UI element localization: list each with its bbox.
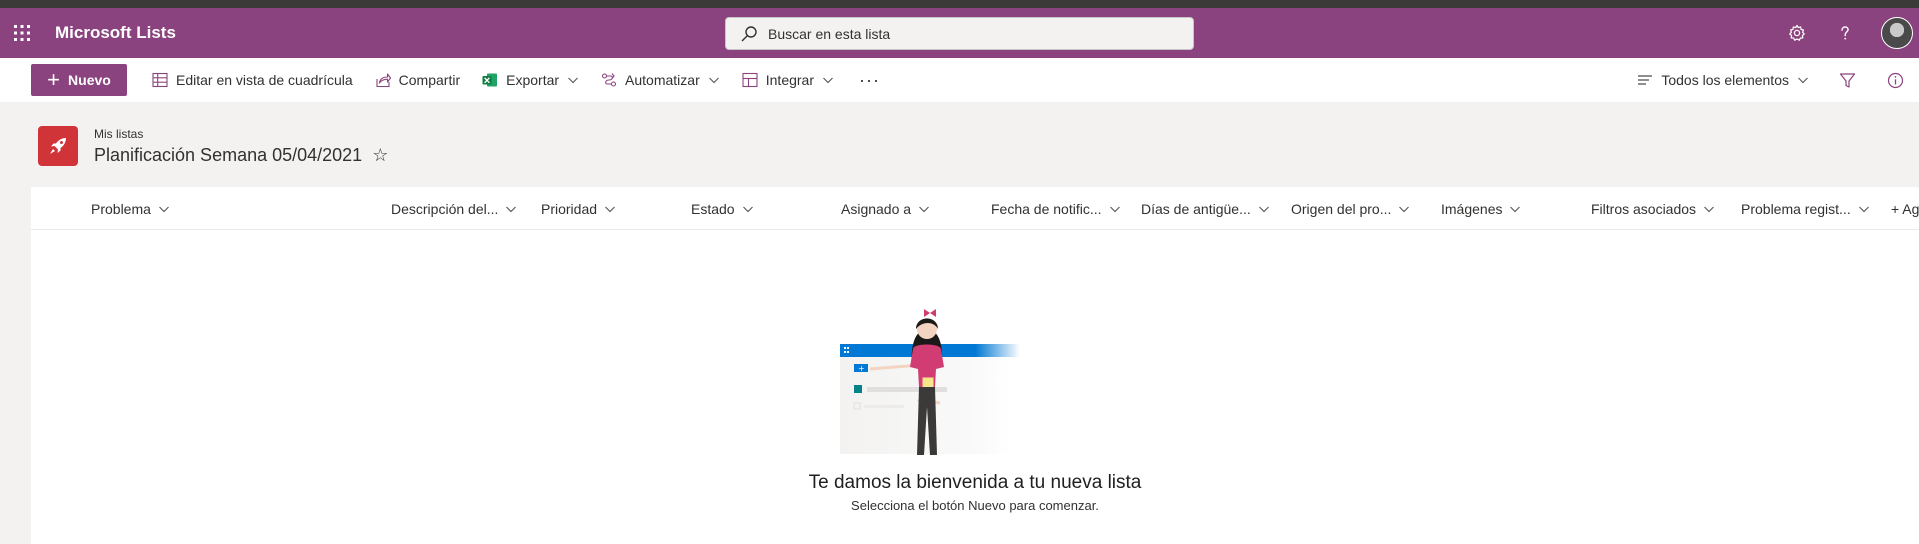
column-header-label: Días de antigüe... bbox=[1141, 200, 1251, 217]
search-input[interactable] bbox=[768, 25, 1148, 42]
column-header-label: Estado bbox=[691, 200, 735, 217]
column-header[interactable]: Prioridad bbox=[541, 187, 616, 230]
chevron-down-icon bbox=[1109, 206, 1120, 212]
automate-icon bbox=[601, 73, 617, 87]
filter-icon bbox=[1839, 72, 1855, 88]
list-icon bbox=[38, 126, 78, 166]
help-icon bbox=[1841, 26, 1849, 40]
list-header: Mis listas Planificación Semana 05/04/20… bbox=[38, 126, 388, 166]
chevron-down-icon bbox=[823, 77, 833, 84]
title-row: Planificación Semana 05/04/2021 ☆ bbox=[94, 145, 388, 166]
automate-label: Automatizar bbox=[625, 72, 700, 88]
column-header-label: Asignado a bbox=[841, 200, 912, 217]
new-item-button[interactable]: + Nuevo bbox=[31, 64, 127, 96]
column-header-label: Descripción del... bbox=[391, 200, 499, 217]
column-header-row: Problema Descripción del... Prioridad Es… bbox=[31, 187, 1919, 230]
suite-bar-right bbox=[1773, 8, 1919, 58]
column-header[interactable]: Descripción del... bbox=[391, 187, 517, 230]
column-header[interactable]: Asignado a bbox=[841, 187, 930, 230]
chevron-down-icon bbox=[1510, 206, 1521, 212]
chevron-down-icon bbox=[1399, 206, 1410, 212]
share-icon bbox=[376, 73, 391, 88]
chevron-down-icon bbox=[1858, 206, 1869, 212]
column-header[interactable]: Días de antigüe... bbox=[1141, 187, 1270, 230]
chevron-down-icon bbox=[568, 77, 578, 84]
list-view: Problema Descripción del... Prioridad Es… bbox=[31, 187, 1919, 544]
list-titles: Mis listas Planificación Semana 05/04/20… bbox=[94, 127, 388, 166]
column-header[interactable]: Imágenes bbox=[1441, 187, 1521, 230]
gear-icon bbox=[1789, 24, 1805, 41]
user-avatar[interactable] bbox=[1881, 17, 1913, 49]
settings-button[interactable] bbox=[1773, 8, 1821, 58]
command-bar-right: Todos los elementos bbox=[1623, 58, 1919, 102]
automate-button[interactable]: Automatizar bbox=[590, 58, 731, 102]
waffle-icon bbox=[14, 25, 30, 41]
add-column-button[interactable]: + Ag bbox=[1891, 187, 1919, 230]
command-bar: + Nuevo Editar en vista de cuadrícula Co… bbox=[0, 58, 1919, 102]
export-label: Exportar bbox=[506, 72, 560, 88]
grid-icon bbox=[152, 72, 168, 88]
empty-state-subtitle: Selecciona el botón Nuevo para comenzar. bbox=[851, 498, 1099, 513]
chevron-down-icon bbox=[1704, 206, 1714, 212]
empty-state: + Te damos la bienvenida a tu nueva list… bbox=[31, 307, 1919, 513]
share-button[interactable]: Compartir bbox=[364, 58, 471, 102]
chevron-down-icon bbox=[919, 206, 929, 212]
column-header-label: Imágenes bbox=[1441, 200, 1503, 217]
integrate-button[interactable]: Integrar bbox=[731, 58, 845, 102]
new-item-label: Nuevo bbox=[68, 72, 111, 88]
grid-view-button[interactable]: Editar en vista de cuadrícula bbox=[141, 58, 364, 102]
column-header[interactable]: Origen del pro... bbox=[1291, 187, 1410, 230]
integrate-icon bbox=[742, 72, 758, 88]
column-header-label: Origen del pro... bbox=[1291, 200, 1392, 217]
column-header[interactable]: Problema bbox=[91, 187, 170, 230]
column-header[interactable]: Fecha de notific... bbox=[991, 187, 1121, 230]
chevron-down-icon bbox=[742, 206, 753, 212]
chevron-down-icon bbox=[708, 77, 719, 84]
chevron-down-icon bbox=[158, 206, 169, 212]
filter-button[interactable] bbox=[1823, 58, 1871, 102]
help-button[interactable] bbox=[1821, 8, 1869, 58]
view-list-icon bbox=[1638, 75, 1653, 85]
info-button[interactable] bbox=[1871, 58, 1919, 102]
app-name[interactable]: Microsoft Lists bbox=[55, 23, 176, 43]
plus-icon: + bbox=[47, 67, 61, 92]
chevron-down-icon bbox=[605, 206, 615, 212]
svg-text:+: + bbox=[858, 364, 865, 373]
search-box[interactable] bbox=[725, 17, 1194, 50]
page-title: Planificación Semana 05/04/2021 bbox=[94, 144, 363, 165]
info-icon bbox=[1887, 72, 1903, 88]
chevron-down-icon bbox=[1798, 77, 1808, 84]
search-icon bbox=[741, 25, 757, 41]
column-header[interactable]: Problema regist... bbox=[1741, 187, 1870, 230]
favorite-star-icon[interactable]: ☆ bbox=[372, 145, 388, 166]
column-header-label: Filtros asociados bbox=[1591, 200, 1697, 217]
integrate-label: Integrar bbox=[765, 72, 814, 88]
column-header-label: Problema bbox=[91, 200, 151, 217]
rocket-icon bbox=[50, 138, 66, 154]
column-header-label: Fecha de notific... bbox=[991, 200, 1102, 217]
excel-icon bbox=[482, 73, 498, 87]
suite-bar: Microsoft Lists bbox=[0, 8, 1919, 58]
chevron-down-icon bbox=[1258, 206, 1269, 212]
more-options-button[interactable]: ··· bbox=[845, 58, 894, 102]
share-label: Compartir bbox=[398, 72, 461, 88]
grid-view-label: Editar en vista de cuadrícula bbox=[176, 72, 353, 88]
column-header-label: Prioridad bbox=[541, 200, 598, 217]
app-launcher-button[interactable] bbox=[0, 8, 44, 58]
view-selector[interactable]: Todos los elementos bbox=[1623, 58, 1823, 102]
column-header[interactable]: Estado bbox=[691, 187, 754, 230]
export-button[interactable]: Exportar bbox=[471, 58, 590, 102]
chevron-down-icon bbox=[506, 206, 517, 212]
column-header[interactable]: Filtros asociados bbox=[1591, 187, 1715, 230]
view-selector-label: Todos los elementos bbox=[1661, 72, 1789, 88]
breadcrumb[interactable]: Mis listas bbox=[94, 127, 388, 141]
empty-state-title: Te damos la bienvenida a tu nueva lista bbox=[808, 472, 1142, 493]
empty-state-illustration: + bbox=[840, 309, 1020, 455]
browser-top-strip bbox=[0, 0, 1919, 8]
column-header-label: Problema regist... bbox=[1741, 200, 1851, 217]
